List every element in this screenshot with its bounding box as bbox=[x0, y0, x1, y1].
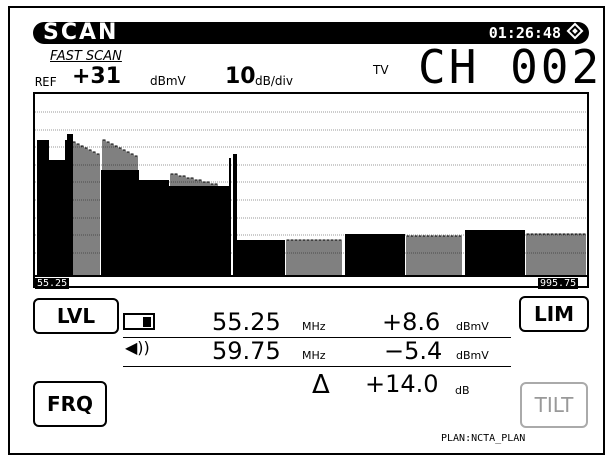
audio-level: −5.4 bbox=[384, 337, 443, 365]
readout-divider bbox=[123, 337, 511, 338]
status-diamond-icon bbox=[566, 22, 584, 40]
delta-unit: dB bbox=[455, 384, 470, 397]
audio-frequency-unit: MHz bbox=[302, 349, 326, 362]
delta-icon: Δ bbox=[312, 370, 330, 400]
audio-frequency: 59.75 bbox=[212, 337, 281, 365]
video-frequency-unit: MHz bbox=[302, 320, 326, 333]
ref-label: REF bbox=[35, 75, 57, 89]
start-frequency-marker: 55.25 bbox=[35, 278, 70, 289]
lim-softkey[interactable]: LIM bbox=[519, 296, 589, 332]
spectrum-display[interactable] bbox=[33, 92, 589, 288]
tv-label: TV bbox=[373, 63, 389, 77]
scan-mode-label: FAST SCAN bbox=[50, 49, 122, 64]
scale-unit: dB/div bbox=[255, 74, 293, 88]
scale-value: 10 bbox=[225, 64, 256, 89]
end-frequency-marker: 995.75 bbox=[538, 278, 579, 289]
readout-divider-bottom bbox=[123, 366, 511, 367]
delta-value: +14.0 bbox=[365, 370, 439, 398]
ref-level-unit: dBmV bbox=[150, 74, 186, 88]
tilt-softkey[interactable]: TILT bbox=[520, 382, 588, 428]
spectrum-plot bbox=[35, 111, 587, 277]
audio-carrier-icon: ◀)) bbox=[125, 338, 150, 357]
video-level-unit: dBmV bbox=[456, 320, 489, 333]
frq-softkey[interactable]: FRQ bbox=[33, 381, 107, 427]
audio-level-unit: dBmV bbox=[456, 349, 489, 362]
ref-level-value: +31 bbox=[72, 64, 122, 89]
video-level: +8.6 bbox=[382, 308, 441, 336]
video-carrier-icon bbox=[123, 313, 155, 330]
lvl-softkey[interactable]: LVL bbox=[33, 298, 119, 334]
video-frequency: 55.25 bbox=[212, 308, 281, 336]
channel-plan-label: PLAN:NCTA_PLAN bbox=[441, 433, 526, 444]
channel-value: CH 002 bbox=[418, 40, 603, 94]
screen-title: SCAN bbox=[43, 20, 119, 45]
